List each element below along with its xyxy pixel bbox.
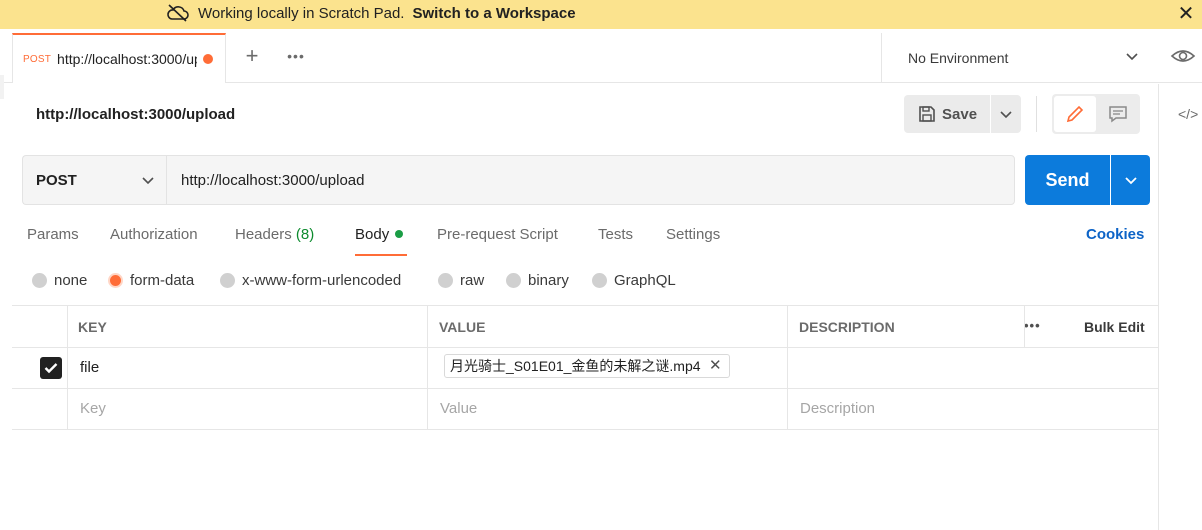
tab-body-label: Body	[355, 226, 390, 243]
header-key: KEY	[78, 319, 107, 335]
scratch-pad-banner: Working locally in Scratch Pad. Switch t…	[0, 0, 1202, 29]
column-options-icon[interactable]: •••	[1024, 318, 1041, 333]
edit-mode-button[interactable]	[1054, 96, 1096, 132]
chevron-down-icon	[1000, 111, 1012, 119]
row-checkbox[interactable]	[40, 357, 62, 379]
column-divider	[787, 305, 788, 430]
radio-form-data[interactable]: form-data	[108, 272, 194, 289]
headers-count: (8)	[295, 226, 315, 243]
tab-body[interactable]: Body	[355, 226, 404, 243]
radio-label: GraphQL	[614, 272, 676, 289]
radio-label: x-www-form-urlencoded	[242, 272, 402, 289]
header-value: VALUE	[439, 319, 486, 335]
table-row: file 月光骑士_S01E01_金鱼的未解之谜.mp4 ✕	[12, 348, 1158, 389]
new-tab-button[interactable]: +	[240, 44, 264, 68]
chevron-down-icon	[142, 177, 154, 185]
radio-graphql[interactable]: GraphQL	[592, 272, 676, 289]
tab-more-icon[interactable]: •••	[284, 44, 308, 68]
code-icon[interactable]: </>	[1178, 106, 1202, 122]
comments-button[interactable]	[1098, 96, 1138, 132]
save-button[interactable]: Save	[904, 95, 990, 133]
tab-headers-label: Headers	[235, 226, 292, 243]
remove-file-icon[interactable]: ✕	[709, 355, 722, 377]
radio-circle	[592, 273, 607, 288]
send-options-button[interactable]	[1111, 155, 1150, 205]
method-select[interactable]: POST	[22, 155, 166, 205]
radio-circle	[220, 273, 235, 288]
radio-label: none	[54, 272, 88, 289]
tab-authorization[interactable]: Authorization	[110, 226, 198, 243]
table-row-empty: Key Value Description	[12, 389, 1158, 430]
column-divider	[1024, 305, 1025, 348]
body-indicator-dot	[395, 230, 404, 238]
radio-binary[interactable]: binary	[506, 272, 569, 289]
sidebar-edge	[0, 75, 4, 99]
radio-circle	[32, 273, 47, 288]
tab-title: http://localhost:3000/upload	[57, 51, 197, 67]
radio-circle-selected	[108, 273, 123, 288]
radio-label: binary	[528, 272, 569, 289]
unsaved-dot	[203, 54, 214, 64]
method-label: POST	[36, 171, 77, 189]
tab-bar: POST http://localhost:3000/upload + ••• …	[0, 29, 1202, 99]
row-key[interactable]: file	[80, 359, 99, 376]
key-placeholder[interactable]: Key	[80, 400, 106, 417]
tab-params[interactable]: Params	[27, 226, 79, 243]
right-sidebar	[1158, 84, 1202, 530]
save-label: Save	[942, 105, 978, 123]
header-description: DESCRIPTION	[799, 319, 895, 335]
environment-label: No Environment	[908, 50, 1009, 66]
eye-icon[interactable]	[1170, 46, 1196, 66]
cloud-off-icon	[167, 4, 189, 22]
environment-select[interactable]: No Environment	[881, 33, 1161, 83]
request-tab[interactable]: POST http://localhost:3000/upload	[12, 33, 226, 83]
tab-settings[interactable]: Settings	[666, 226, 720, 243]
switch-workspace-link[interactable]: Switch to a Workspace	[412, 5, 575, 22]
url-input[interactable]	[166, 155, 1015, 205]
file-chip: 月光骑士_S01E01_金鱼的未解之谜.mp4 ✕	[444, 354, 730, 378]
send-label: Send	[1045, 169, 1090, 190]
file-name: 月光骑士_S01E01_金鱼的未解之谜.mp4	[450, 358, 701, 374]
tab-tests[interactable]: Tests	[598, 226, 633, 243]
radio-x-www-form-urlencoded[interactable]: x-www-form-urlencoded	[220, 272, 401, 289]
send-button[interactable]: Send	[1025, 155, 1110, 205]
check-icon	[44, 363, 58, 374]
radio-label: form-data	[130, 272, 195, 289]
active-tab-underline	[355, 254, 407, 256]
banner-text: Working locally in Scratch Pad.	[198, 4, 405, 22]
radio-raw[interactable]: raw	[438, 272, 484, 289]
description-placeholder[interactable]: Description	[800, 400, 875, 417]
banner-message: Working locally in Scratch Pad. Switch t…	[166, 4, 576, 22]
cookies-link[interactable]: Cookies	[1086, 226, 1144, 243]
radio-circle	[438, 273, 453, 288]
chevron-down-icon	[1124, 177, 1137, 185]
radio-label: raw	[460, 272, 485, 289]
tab-pre-request-script[interactable]: Pre-request Script	[437, 226, 558, 243]
tab-headers[interactable]: Headers (8)	[235, 226, 314, 243]
column-divider	[67, 305, 68, 430]
save-icon	[919, 106, 935, 122]
pencil-icon	[1066, 105, 1084, 123]
table-header: KEY VALUE DESCRIPTION ••• Bulk Edit	[12, 305, 1158, 348]
save-options-button[interactable]	[991, 95, 1021, 133]
radio-none[interactable]: none	[32, 272, 87, 289]
comment-icon	[1109, 106, 1127, 123]
divider	[1036, 96, 1037, 132]
radio-circle	[506, 273, 521, 288]
chevron-down-icon	[1126, 53, 1138, 61]
close-icon[interactable]: ✕	[1176, 4, 1196, 24]
request-title: http://localhost:3000/upload	[36, 106, 236, 123]
value-placeholder[interactable]: Value	[440, 400, 477, 417]
bulk-edit-button[interactable]: Bulk Edit	[1084, 319, 1145, 335]
column-divider	[427, 305, 428, 430]
mode-toggle	[1052, 94, 1140, 134]
tab-method: POST	[23, 53, 52, 65]
